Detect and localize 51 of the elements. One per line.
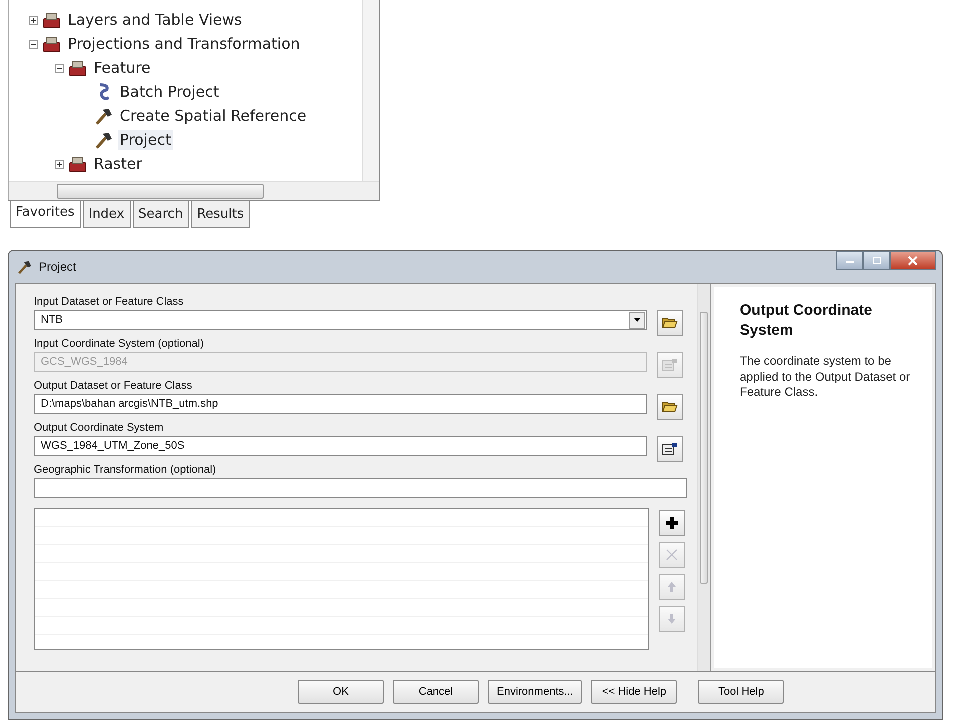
- input-field[interactable]: WGS_1984_UTM_Zone_50S: [34, 436, 647, 456]
- dialog-button[interactable]: Cancel: [393, 680, 479, 704]
- maximize-button[interactable]: [863, 251, 890, 270]
- help-title: Output Coordinate System: [740, 301, 874, 340]
- maximize-icon: [872, 256, 882, 265]
- close-button[interactable]: [890, 251, 936, 270]
- hammer-icon: [17, 259, 33, 275]
- expander-icon[interactable]: [29, 40, 38, 48]
- vertical-scrollbar[interactable]: [362, 0, 379, 182]
- folder-open-icon[interactable]: [657, 394, 683, 420]
- parameter-label: Input Coordinate System (optional): [34, 338, 205, 350]
- parameter-label: Input Dataset or Feature Class: [34, 296, 185, 308]
- parameter-label: Output Coordinate System: [34, 422, 165, 434]
- help-text: The coordinate system to be applied to the Output Dataset or Feature Class.: [740, 354, 912, 401]
- dialog-button[interactable]: OK: [298, 680, 384, 704]
- window-title: Project: [39, 260, 76, 274]
- tree-item[interactable]: Project: [118, 130, 174, 150]
- input-field[interactable]: [34, 478, 687, 498]
- close-icon: [908, 256, 918, 266]
- dropdown-field[interactable]: NTB: [34, 310, 647, 330]
- dialog-button[interactable]: << Hide Help: [591, 680, 678, 704]
- horizontal-scrollbar[interactable]: [9, 181, 379, 200]
- expander-icon[interactable]: [55, 160, 64, 168]
- tree-item[interactable]: Batch Project: [118, 82, 222, 102]
- tree-item[interactable]: Create Spatial Reference: [118, 106, 309, 126]
- catalog-tab[interactable]: Favorites: [10, 201, 81, 228]
- catalog-tab[interactable]: Search: [132, 201, 190, 228]
- properties-icon[interactable]: [657, 436, 683, 462]
- toolbox-icon: [42, 35, 62, 53]
- folder-open-icon[interactable]: [657, 310, 683, 336]
- catalog-tab[interactable]: Index: [82, 201, 131, 228]
- tree-item[interactable]: Projections and Transformation: [66, 34, 302, 54]
- vertical-scrollbar[interactable]: [697, 284, 710, 671]
- tree-item[interactable]: Feature: [92, 58, 153, 78]
- expander-icon[interactable]: [29, 16, 38, 24]
- dialog-button[interactable]: Environments...: [488, 680, 582, 704]
- tree-item[interactable]: Raster: [92, 154, 144, 174]
- toolbox-icon: [68, 155, 88, 173]
- toolbox-icon: [68, 59, 88, 77]
- parameter-label: Output Dataset or Feature Class: [34, 380, 194, 392]
- plus-icon[interactable]: [659, 510, 685, 536]
- parameter-label: Geographic Transformation (optional): [34, 464, 218, 476]
- hammer-icon: [94, 107, 114, 125]
- tree-item[interactable]: Layers and Table Views: [66, 10, 244, 30]
- toolbox-icon: [42, 11, 62, 29]
- minimize-button[interactable]: [836, 251, 863, 270]
- input-field[interactable]: D:\maps\bahan arcgis\NTB_utm.shp: [34, 394, 647, 414]
- dialog-button[interactable]: Tool Help: [698, 680, 784, 704]
- catalog-tab[interactable]: Results: [191, 201, 250, 228]
- expander-icon[interactable]: [55, 64, 64, 72]
- hammer-icon: [94, 131, 114, 149]
